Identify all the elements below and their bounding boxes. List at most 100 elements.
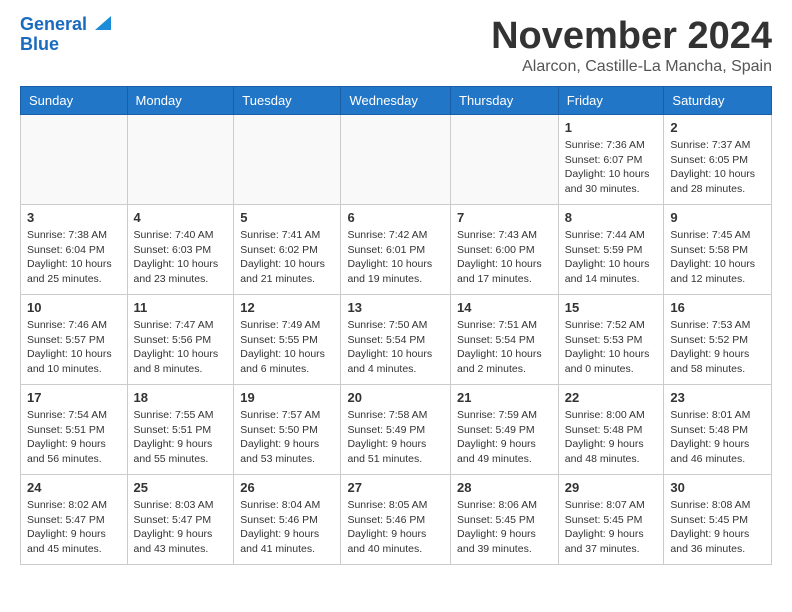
column-header-tuesday: Tuesday	[234, 87, 341, 115]
calendar-cell: 26 Sunrise: 8:04 AM Sunset: 5:46 PM Dayli…	[234, 475, 341, 565]
week-row-1: 1 Sunrise: 7:36 AM Sunset: 6:07 PM Daylig…	[21, 115, 772, 205]
day-number: 15	[565, 300, 658, 315]
week-row-2: 3 Sunrise: 7:38 AM Sunset: 6:04 PM Daylig…	[21, 205, 772, 295]
column-header-thursday: Thursday	[451, 87, 559, 115]
calendar-cell: 10Sunrise: 7:46 AM Sunset: 5:57 PM Dayli…	[21, 295, 128, 385]
column-header-wednesday: Wednesday	[341, 87, 451, 115]
day-info: Sunrise: 7:47 AM Sunset: 5:56 PM Dayligh…	[134, 318, 228, 377]
day-number: 11	[134, 300, 228, 315]
calendar-cell: 8 Sunrise: 7:44 AM Sunset: 5:59 PM Daylig…	[558, 205, 664, 295]
day-number: 5	[240, 210, 334, 225]
calendar-cell: 7 Sunrise: 7:43 AM Sunset: 6:00 PM Daylig…	[451, 205, 559, 295]
column-header-sunday: Sunday	[21, 87, 128, 115]
day-number: 3	[27, 210, 121, 225]
day-number: 24	[27, 480, 121, 495]
calendar-cell: 11 Sunrise: 7:47 AM Sunset: 5:56 PM Dayli…	[127, 295, 234, 385]
day-number: 10	[27, 300, 121, 315]
day-number: 28	[457, 480, 552, 495]
calendar-cell: 12 Sunrise: 7:49 AM Sunset: 5:55 PM Dayli…	[234, 295, 341, 385]
column-header-monday: Monday	[127, 87, 234, 115]
day-number: 18	[134, 390, 228, 405]
day-info: Sunrise: 7:54 AM Sunset: 5:51 PM Dayligh…	[27, 408, 121, 467]
calendar-table: SundayMondayTuesdayWednesdayThursdayFrid…	[20, 86, 772, 565]
calendar-cell: 20 Sunrise: 7:58 AM Sunset: 5:49 PM Dayli…	[341, 385, 451, 475]
calendar-cell: 23 Sunrise: 8:01 AM Sunset: 5:48 PM Dayli…	[664, 385, 772, 475]
day-number: 29	[565, 480, 658, 495]
calendar-cell: 27 Sunrise: 8:05 AM Sunset: 5:46 PM Dayli…	[341, 475, 451, 565]
calendar-cell: 29Sunrise: 8:07 AM Sunset: 5:45 PM Dayli…	[558, 475, 664, 565]
header: General Blue November 2024 Alarcon, Cast…	[20, 15, 772, 76]
day-number: 30	[670, 480, 765, 495]
day-number: 19	[240, 390, 334, 405]
day-info: Sunrise: 8:00 AM Sunset: 5:48 PM Dayligh…	[565, 408, 658, 467]
calendar-cell: 3 Sunrise: 7:38 AM Sunset: 6:04 PM Daylig…	[21, 205, 128, 295]
day-number: 26	[240, 480, 334, 495]
day-info: Sunrise: 8:06 AM Sunset: 5:45 PM Dayligh…	[457, 498, 552, 557]
day-info: Sunrise: 7:49 AM Sunset: 5:55 PM Dayligh…	[240, 318, 334, 377]
day-number: 8	[565, 210, 658, 225]
day-info: Sunrise: 7:53 AM Sunset: 5:52 PM Dayligh…	[670, 318, 765, 377]
day-info: Sunrise: 7:42 AM Sunset: 6:01 PM Dayligh…	[347, 228, 444, 287]
calendar-cell: 2 Sunrise: 7:37 AM Sunset: 6:05 PM Daylig…	[664, 115, 772, 205]
day-number: 13	[347, 300, 444, 315]
logo-icon	[89, 12, 111, 34]
calendar-cell: 28 Sunrise: 8:06 AM Sunset: 5:45 PM Dayli…	[451, 475, 559, 565]
day-info: Sunrise: 8:04 AM Sunset: 5:46 PM Dayligh…	[240, 498, 334, 557]
week-row-4: 17 Sunrise: 7:54 AM Sunset: 5:51 PM Dayli…	[21, 385, 772, 475]
day-info: Sunrise: 7:45 AM Sunset: 5:58 PM Dayligh…	[670, 228, 765, 287]
calendar-cell: 30 Sunrise: 8:08 AM Sunset: 5:45 PM Dayli…	[664, 475, 772, 565]
day-info: Sunrise: 7:57 AM Sunset: 5:50 PM Dayligh…	[240, 408, 334, 467]
day-info: Sunrise: 7:58 AM Sunset: 5:49 PM Dayligh…	[347, 408, 444, 467]
calendar-cell: 25Sunrise: 8:03 AM Sunset: 5:47 PM Dayli…	[127, 475, 234, 565]
calendar-cell: 19 Sunrise: 7:57 AM Sunset: 5:50 PM Dayli…	[234, 385, 341, 475]
title-block: November 2024 Alarcon, Castille-La Manch…	[491, 15, 772, 76]
day-info: Sunrise: 7:43 AM Sunset: 6:00 PM Dayligh…	[457, 228, 552, 287]
day-info: Sunrise: 8:08 AM Sunset: 5:45 PM Dayligh…	[670, 498, 765, 557]
page-container: General Blue November 2024 Alarcon, Cast…	[0, 0, 792, 580]
calendar-cell	[127, 115, 234, 205]
day-number: 4	[134, 210, 228, 225]
calendar-cell	[451, 115, 559, 205]
day-number: 6	[347, 210, 444, 225]
day-number: 27	[347, 480, 444, 495]
calendar-cell: 14Sunrise: 7:51 AM Sunset: 5:54 PM Dayli…	[451, 295, 559, 385]
calendar-cell: 21 Sunrise: 7:59 AM Sunset: 5:49 PM Dayli…	[451, 385, 559, 475]
calendar-cell: 5Sunrise: 7:41 AM Sunset: 6:02 PM Daylig…	[234, 205, 341, 295]
day-info: Sunrise: 7:55 AM Sunset: 5:51 PM Dayligh…	[134, 408, 228, 467]
week-row-5: 24Sunrise: 8:02 AM Sunset: 5:47 PM Dayli…	[21, 475, 772, 565]
day-number: 2	[670, 120, 765, 135]
week-row-3: 10Sunrise: 7:46 AM Sunset: 5:57 PM Dayli…	[21, 295, 772, 385]
calendar-cell: 1 Sunrise: 7:36 AM Sunset: 6:07 PM Daylig…	[558, 115, 664, 205]
location: Alarcon, Castille-La Mancha, Spain	[491, 58, 772, 76]
day-info: Sunrise: 8:01 AM Sunset: 5:48 PM Dayligh…	[670, 408, 765, 467]
calendar-cell	[234, 115, 341, 205]
calendar-cell: 13 Sunrise: 7:50 AM Sunset: 5:54 PM Dayli…	[341, 295, 451, 385]
day-info: Sunrise: 7:36 AM Sunset: 6:07 PM Dayligh…	[565, 138, 658, 197]
day-number: 16	[670, 300, 765, 315]
day-number: 1	[565, 120, 658, 135]
day-info: Sunrise: 7:44 AM Sunset: 5:59 PM Dayligh…	[565, 228, 658, 287]
logo: General Blue	[20, 15, 111, 55]
day-number: 17	[27, 390, 121, 405]
day-info: Sunrise: 8:05 AM Sunset: 5:46 PM Dayligh…	[347, 498, 444, 557]
calendar-cell: 4 Sunrise: 7:40 AM Sunset: 6:03 PM Daylig…	[127, 205, 234, 295]
day-info: Sunrise: 7:37 AM Sunset: 6:05 PM Dayligh…	[670, 138, 765, 197]
day-info: Sunrise: 7:59 AM Sunset: 5:49 PM Dayligh…	[457, 408, 552, 467]
day-number: 9	[670, 210, 765, 225]
day-info: Sunrise: 7:40 AM Sunset: 6:03 PM Dayligh…	[134, 228, 228, 287]
day-number: 20	[347, 390, 444, 405]
day-info: Sunrise: 7:50 AM Sunset: 5:54 PM Dayligh…	[347, 318, 444, 377]
day-number: 23	[670, 390, 765, 405]
calendar-cell: 16 Sunrise: 7:53 AM Sunset: 5:52 PM Dayli…	[664, 295, 772, 385]
calendar-cell: 15Sunrise: 7:52 AM Sunset: 5:53 PM Dayli…	[558, 295, 664, 385]
calendar-cell: 24Sunrise: 8:02 AM Sunset: 5:47 PM Dayli…	[21, 475, 128, 565]
day-info: Sunrise: 7:51 AM Sunset: 5:54 PM Dayligh…	[457, 318, 552, 377]
day-number: 21	[457, 390, 552, 405]
calendar-header-row: SundayMondayTuesdayWednesdayThursdayFrid…	[21, 87, 772, 115]
day-info: Sunrise: 8:03 AM Sunset: 5:47 PM Dayligh…	[134, 498, 228, 557]
calendar-cell: 17 Sunrise: 7:54 AM Sunset: 5:51 PM Dayli…	[21, 385, 128, 475]
day-number: 12	[240, 300, 334, 315]
calendar-cell	[341, 115, 451, 205]
day-info: Sunrise: 7:38 AM Sunset: 6:04 PM Dayligh…	[27, 228, 121, 287]
day-number: 7	[457, 210, 552, 225]
